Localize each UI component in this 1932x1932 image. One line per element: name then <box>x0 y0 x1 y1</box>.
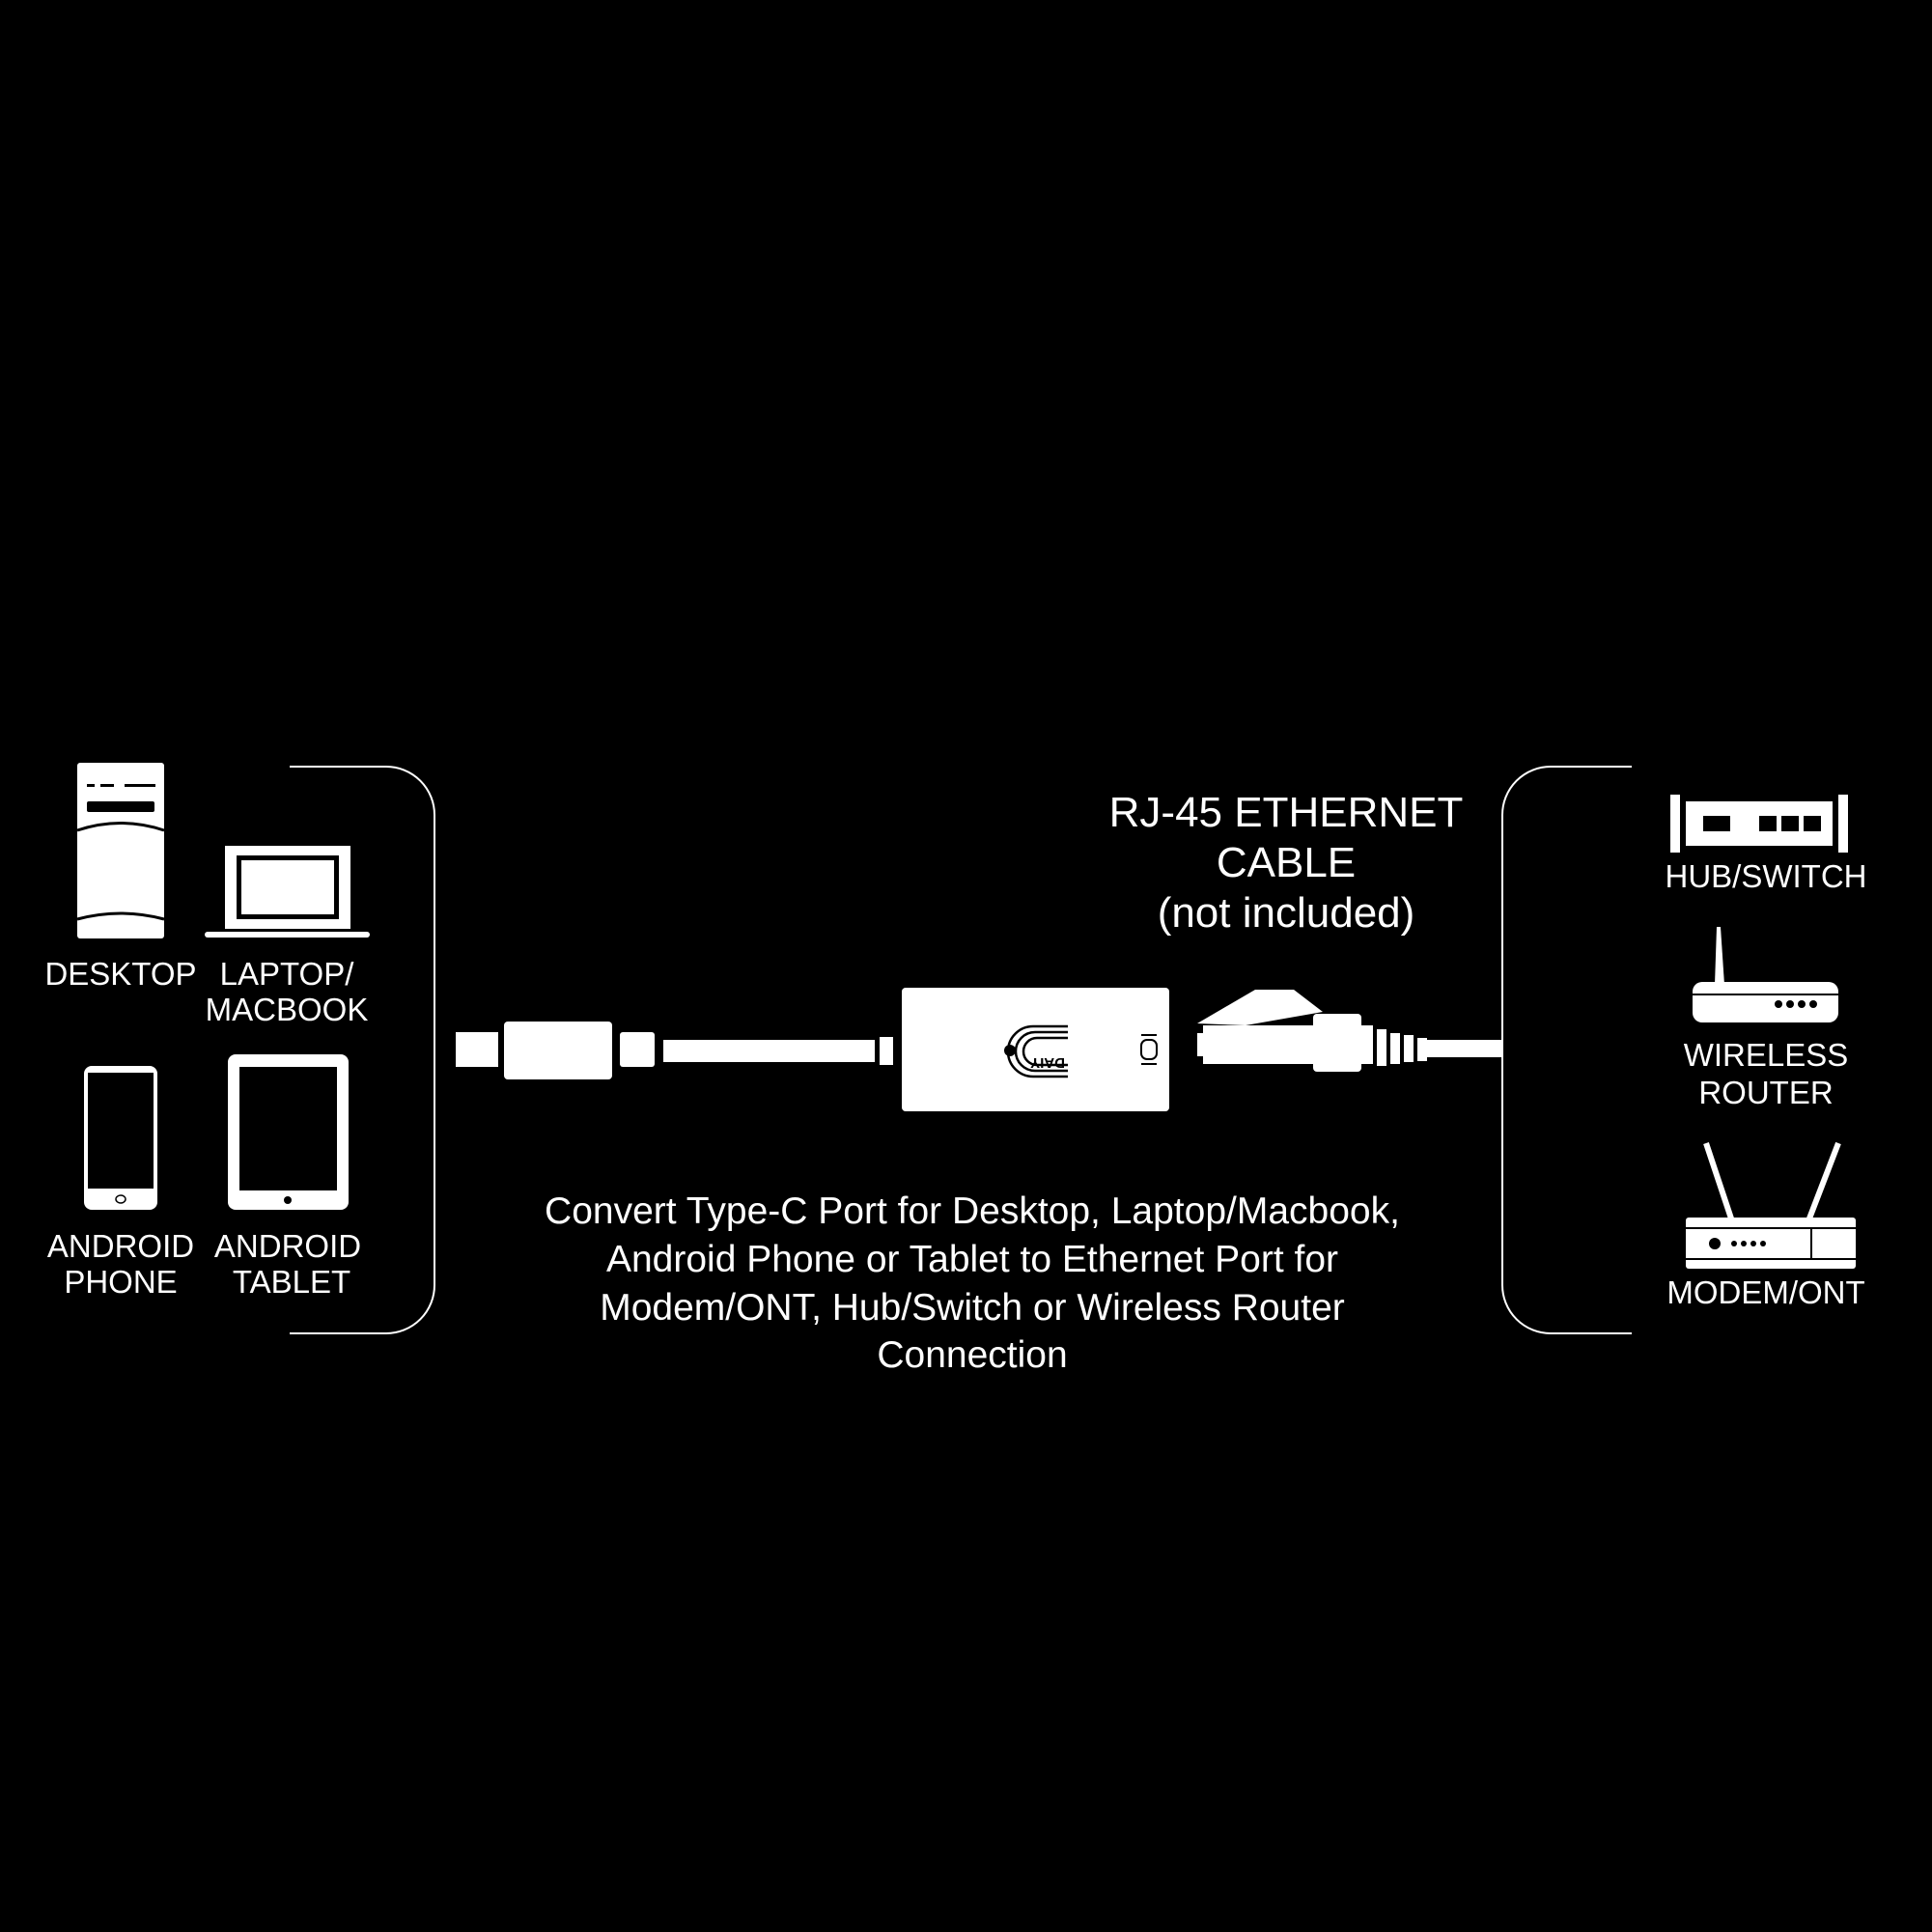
usb-c-plug-icon <box>456 1022 655 1079</box>
tablet-label-line2: TABLET <box>233 1264 350 1300</box>
hub-switch-icon <box>1670 795 1848 853</box>
description-line3: Modem/ONT, Hub/Switch or Wireless Router <box>600 1287 1345 1329</box>
cable-label-line1: RJ-45 ETHERNET <box>1109 789 1464 836</box>
modem-ont-label: MODEM/ONT <box>1666 1274 1864 1310</box>
description-line2: Android Phone or Tablet to Ethernet Port… <box>606 1239 1338 1280</box>
connection-diagram: DESKTOP LAPTOP/ MACBOOK ANDROID PHONE AN… <box>0 0 1932 1932</box>
wireless-router-icon <box>1693 927 1838 1022</box>
desktop-tower-icon <box>76 763 165 938</box>
right-group-bracket <box>1501 766 1632 1334</box>
ethernet-adapter-icon: DAIY <box>902 988 1169 1111</box>
phone-label-line2: PHONE <box>64 1264 177 1300</box>
tablet-icon <box>228 1054 349 1210</box>
router-label-line2: ROUTER <box>1698 1075 1833 1110</box>
router-label-line1: WIRELESS <box>1684 1037 1849 1073</box>
laptop-label-line1: LAPTOP/ <box>220 956 355 992</box>
usb-cable <box>663 1040 875 1062</box>
laptop-icon <box>205 846 370 938</box>
description-line4: Connection <box>877 1334 1067 1376</box>
smartphone-icon <box>84 1066 157 1210</box>
cable-strain-relief <box>880 1037 893 1065</box>
diagram-canvas: DESKTOP LAPTOP/ MACBOOK ANDROID PHONE AN… <box>44 763 1867 1376</box>
cable-label-line2: CABLE <box>1217 839 1356 886</box>
modem-ont-icon <box>1686 1141 1856 1269</box>
cable-label-line3: (not included) <box>1158 889 1415 937</box>
desktop-label: DESKTOP <box>44 956 196 992</box>
phone-label-line1: ANDROID <box>47 1228 194 1264</box>
svg-text:DAIY: DAIY <box>1030 1054 1065 1071</box>
hub-switch-label: HUB/SWITCH <box>1666 858 1867 894</box>
laptop-label-line2: MACBOOK <box>206 992 369 1027</box>
tablet-label-line1: ANDROID <box>214 1228 361 1264</box>
rj45-connector-icon <box>1197 990 1502 1072</box>
description-line1: Convert Type-C Port for Desktop, Laptop/… <box>545 1190 1400 1232</box>
